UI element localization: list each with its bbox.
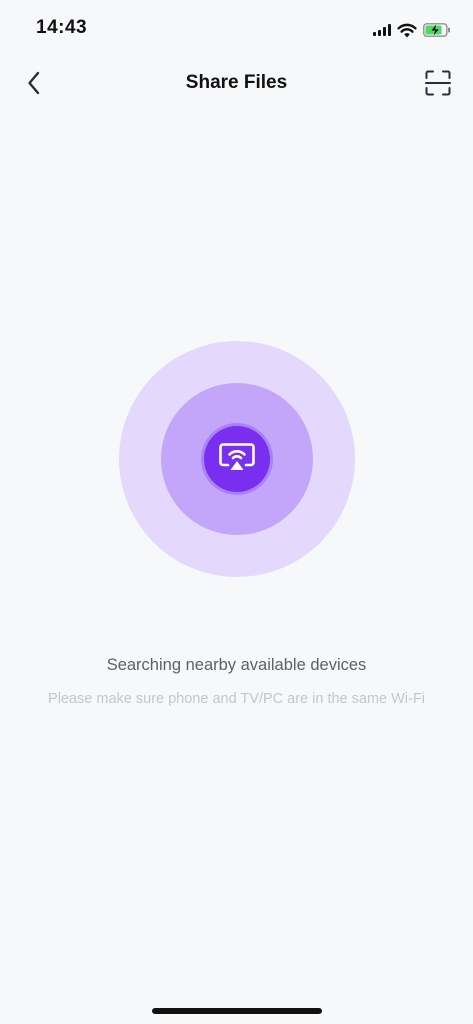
- status-icons: [373, 20, 451, 40]
- navigation-bar: Share Files: [0, 60, 473, 110]
- device-search-radar: [119, 341, 355, 577]
- scan-icon: [425, 70, 451, 101]
- searching-status-text: Searching nearby available devices: [106, 656, 367, 674]
- battery-charging-icon: [423, 23, 451, 37]
- status-bar: 14:43: [0, 0, 473, 60]
- signal-icon: [373, 24, 391, 36]
- screen-cast-icon: [218, 442, 256, 477]
- same-wifi-hint-text: Please make sure phone and TV/PC are in …: [48, 691, 425, 707]
- status-time: 14:43: [36, 17, 88, 38]
- home-indicator[interactable]: [152, 1008, 322, 1014]
- share-files-screen: 14:43 Share Files Searching nearby avail…: [0, 0, 473, 1024]
- page-title: Share Files: [185, 72, 288, 93]
- scan-button[interactable]: [421, 68, 455, 102]
- screen-cast-button[interactable]: [204, 426, 270, 492]
- wifi-icon: [397, 23, 417, 38]
